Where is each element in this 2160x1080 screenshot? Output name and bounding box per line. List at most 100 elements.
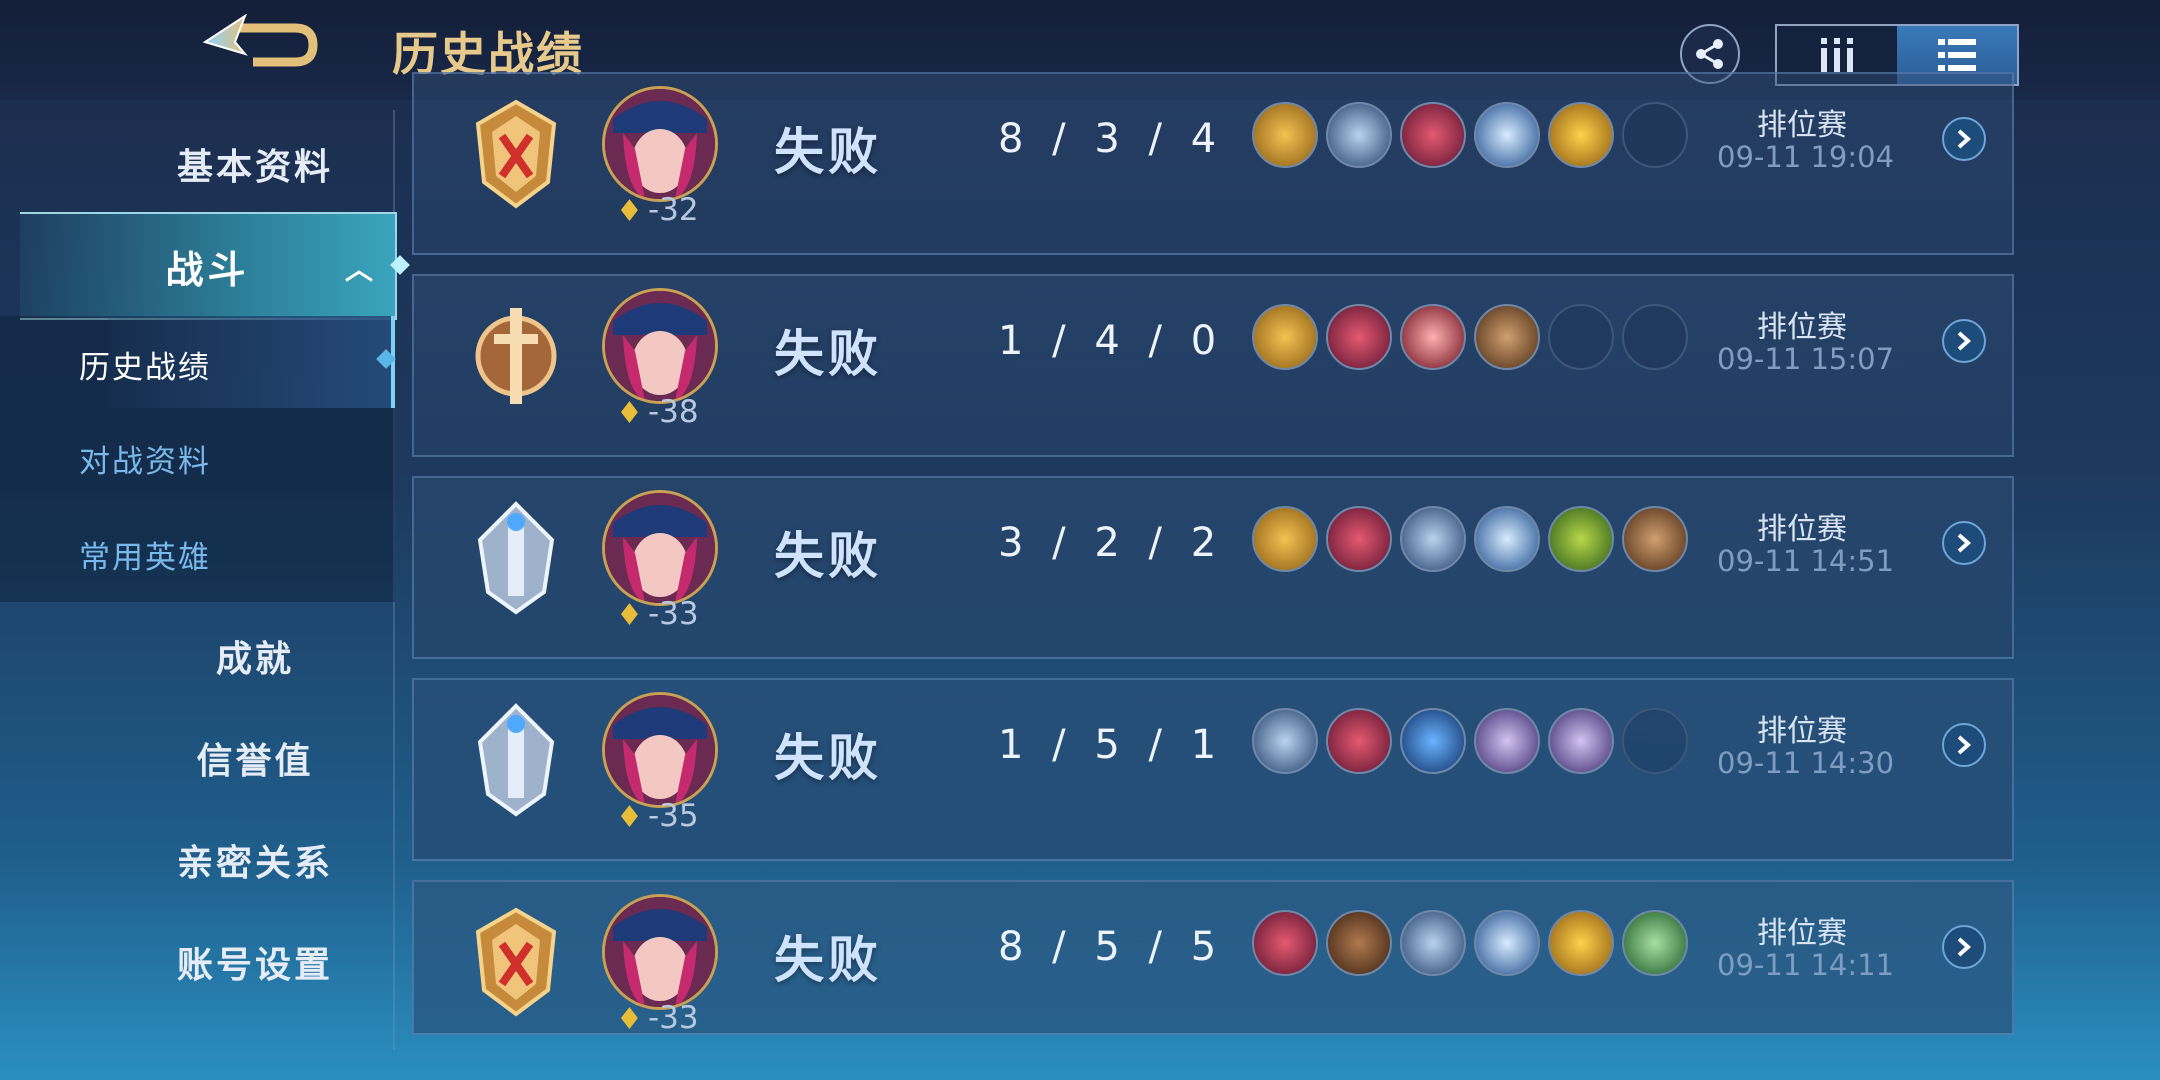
helm-item-icon bbox=[1548, 506, 1614, 572]
empty-item-slot bbox=[1622, 708, 1688, 774]
subnav-item-history[interactable]: 历史战绩 bbox=[0, 342, 290, 387]
sidebar-item-battle[interactable]: 战斗 ︿ bbox=[20, 212, 410, 320]
subnav-label: 对战资料 bbox=[79, 444, 211, 480]
sword-item-icon bbox=[1548, 102, 1614, 168]
hero-avatar[interactable] bbox=[602, 692, 718, 808]
dagger-item-icon bbox=[1548, 708, 1614, 774]
boots-item-icon bbox=[1252, 506, 1318, 572]
rank-star-icon: ♦ bbox=[616, 800, 643, 835]
moon-item-icon bbox=[1474, 506, 1540, 572]
rank-star-icon: ♦ bbox=[616, 396, 643, 431]
rank-star-icon: ♦ bbox=[616, 194, 643, 229]
axe-item-icon bbox=[1474, 304, 1540, 370]
boots-item-icon bbox=[1326, 910, 1392, 976]
match-time: 09-11 14:11 bbox=[1717, 948, 1895, 982]
rank-score-change: ♦ -35 bbox=[602, 798, 722, 838]
sword-item-icon bbox=[1548, 910, 1614, 976]
hero-avatar[interactable] bbox=[602, 288, 718, 404]
chevron-right-icon bbox=[1957, 937, 1972, 957]
match-time: 09-11 15:07 bbox=[1717, 342, 1895, 376]
blade-item-icon bbox=[1252, 708, 1318, 774]
chevron-up-icon: ︿ bbox=[344, 253, 377, 286]
game-mode: 排位赛 bbox=[1757, 108, 1847, 143]
boots-item-icon bbox=[1252, 102, 1318, 168]
chevron-right-icon bbox=[1957, 735, 1972, 755]
rank-star-icon: ♦ bbox=[616, 1002, 643, 1035]
kda: 8 / 5 / 5 bbox=[998, 924, 1225, 970]
match-result: 失败 bbox=[774, 527, 882, 585]
match-row[interactable]: ♦ -38 失败 1 / 4 / 0 排位赛 09-11 15:07 bbox=[412, 274, 2014, 457]
blade-item-icon bbox=[1326, 102, 1392, 168]
silver-badge-icon bbox=[466, 500, 566, 618]
claw-item-icon bbox=[1252, 910, 1318, 976]
hero-avatar[interactable] bbox=[602, 894, 718, 1010]
claw-item-icon bbox=[1326, 506, 1392, 572]
sidebar-item-label: 战斗 bbox=[165, 247, 250, 292]
match-time: 09-11 14:51 bbox=[1717, 544, 1895, 578]
silver-badge-icon bbox=[466, 702, 566, 820]
share-icon bbox=[1696, 39, 1723, 69]
match-row[interactable]: ♦ -33 失败 8 / 5 / 5 排位赛 09-11 14:11 bbox=[412, 880, 2014, 1035]
match-row[interactable]: ♦ -32 失败 8 / 3 / 4 排位赛 09-11 19:04 bbox=[412, 72, 2014, 255]
list-view-icon bbox=[1938, 39, 1976, 71]
hero-avatar[interactable] bbox=[602, 86, 718, 202]
match-result: 失败 bbox=[774, 931, 882, 989]
score-value: -35 bbox=[648, 798, 699, 834]
back-button[interactable] bbox=[195, 13, 320, 76]
moon-item-icon bbox=[1474, 102, 1540, 168]
match-row[interactable]: ♦ -33 失败 3 / 2 / 2 排位赛 09-11 14:51 bbox=[412, 476, 2014, 659]
match-detail-button[interactable] bbox=[1942, 117, 1986, 161]
claw-item-icon bbox=[1326, 304, 1392, 370]
kda: 8 / 3 / 4 bbox=[998, 116, 1225, 162]
subnav-label: 历史战绩 bbox=[79, 350, 211, 386]
hero-avatar[interactable] bbox=[602, 490, 718, 606]
match-result: 失败 bbox=[774, 325, 882, 383]
empty-item-slot bbox=[1548, 304, 1614, 370]
gold-crossed-badge-icon bbox=[466, 904, 566, 1022]
subnav-label: 常用英雄 bbox=[79, 540, 211, 576]
gold-crossed-badge-icon bbox=[466, 96, 566, 214]
battle-submenu: 历史战绩 对战资料 常用英雄 bbox=[0, 316, 396, 602]
rank-score-change: ♦ -38 bbox=[602, 394, 722, 434]
match-result: 失败 bbox=[774, 123, 882, 181]
chevron-right-icon bbox=[1957, 533, 1972, 553]
rank-score-change: ♦ -32 bbox=[602, 192, 722, 232]
scythe-item-icon bbox=[1622, 910, 1688, 976]
match-row[interactable]: ♦ -35 失败 1 / 5 / 1 排位赛 09-11 14:30 bbox=[412, 678, 2014, 861]
game-mode: 排位赛 bbox=[1757, 714, 1847, 749]
score-value: -38 bbox=[648, 394, 699, 430]
match-detail-button[interactable] bbox=[1942, 521, 1986, 565]
match-detail-button[interactable] bbox=[1942, 723, 1986, 767]
axe-item-icon bbox=[1622, 506, 1688, 572]
match-time: 09-11 14:30 bbox=[1717, 746, 1895, 780]
kda: 1 / 4 / 0 bbox=[998, 318, 1225, 364]
dagger-item-icon bbox=[1474, 708, 1540, 774]
rank-score-change: ♦ -33 bbox=[602, 596, 722, 636]
bronze-sword-badge-icon bbox=[466, 298, 566, 416]
spear-item-icon bbox=[1400, 708, 1466, 774]
sidebar-item-label: 账号设置 bbox=[176, 945, 333, 986]
sidebar-item-label: 基本资料 bbox=[176, 147, 333, 188]
rank-star-icon: ♦ bbox=[616, 598, 643, 633]
match-result: 失败 bbox=[774, 729, 882, 787]
sidebar-item-label: 成就 bbox=[215, 639, 294, 680]
subnav-item-battle-data[interactable]: 对战资料 bbox=[0, 436, 290, 481]
score-value: -33 bbox=[648, 596, 699, 632]
sidebar-item-label: 信誉值 bbox=[196, 741, 314, 782]
selected-indicator-icon bbox=[390, 255, 410, 275]
moon-item-icon bbox=[1474, 910, 1540, 976]
match-time: 09-11 19:04 bbox=[1717, 140, 1895, 174]
subnav-item-heroes[interactable]: 常用英雄 bbox=[0, 532, 290, 577]
match-detail-button[interactable] bbox=[1942, 319, 1986, 363]
score-value: -33 bbox=[648, 1000, 699, 1035]
kda: 1 / 5 / 1 bbox=[998, 722, 1225, 768]
empty-item-slot bbox=[1622, 102, 1688, 168]
score-value: -32 bbox=[648, 192, 699, 228]
rank-score-change: ♦ -33 bbox=[602, 1000, 722, 1035]
chevron-right-icon bbox=[1957, 129, 1972, 149]
chevron-right-icon bbox=[1957, 331, 1972, 351]
game-mode: 排位赛 bbox=[1757, 916, 1847, 951]
match-detail-button[interactable] bbox=[1942, 925, 1986, 969]
claw-item-icon bbox=[1400, 102, 1466, 168]
sidebar: 基本资料 战斗 ︿ 历史战绩 对战资料 常用英雄 成就 信誉值 亲密关系 账号设… bbox=[0, 100, 410, 1080]
